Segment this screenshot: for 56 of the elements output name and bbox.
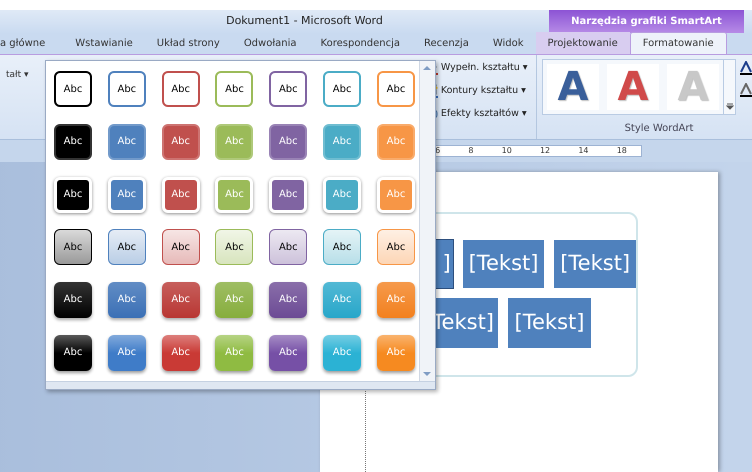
ribbon-label: tałt ▾ (6, 70, 29, 80)
dropdown-scrollbar[interactable] (419, 61, 435, 381)
window-title: Dokument1 - Microsoft Word (226, 13, 383, 30)
wordart-style[interactable]: A (607, 64, 659, 110)
shape-style-tile[interactable]: Abc (108, 229, 146, 266)
smartart-shape[interactable]: [Tekst] (554, 240, 636, 288)
text-outline-icon (740, 83, 752, 97)
shape-style-tile[interactable]: Abc (323, 71, 362, 108)
ruler-number: 18 (616, 145, 627, 157)
shape-style-tile[interactable]: Abc (54, 334, 92, 371)
shape-style-tile[interactable]: Abc (162, 334, 200, 371)
gallery-scrollbar[interactable] (723, 60, 735, 114)
shape-style-tile[interactable]: Abc (323, 229, 362, 266)
shape-style-tile[interactable]: Abc (269, 229, 308, 266)
shape-style-tile[interactable]: Abc (269, 124, 308, 160)
ruler-number: 10 (502, 145, 512, 157)
smartart-shape[interactable]: [Tekst] (508, 298, 591, 348)
text-fill-icon (740, 61, 752, 75)
ribbon-tab[interactable]: Recenzja (412, 32, 481, 54)
ruler-number: 6 (435, 145, 440, 157)
shape-style-tile[interactable]: Abc (269, 334, 308, 371)
ribbon-tab[interactable]: Projektowanie (536, 32, 630, 54)
shape-style-tile[interactable]: Abc (162, 229, 200, 266)
ribbon-tab[interactable]: Korespondencja (308, 32, 412, 54)
shape-style-tile[interactable]: Abc (162, 71, 200, 108)
shape-style-tile[interactable]: Abc (162, 282, 200, 318)
ribbon-tab[interactable]: Wstawianie (63, 32, 145, 54)
shape-style-tile[interactable]: Abc (54, 71, 92, 108)
shape-style-tile[interactable]: Abc (162, 124, 200, 160)
ruler-number: 8 (468, 145, 474, 157)
ribbon-tab[interactable]: a główne (0, 32, 64, 54)
ribbon-tab[interactable]: Formatowanie (630, 32, 727, 54)
shape-style-tile[interactable]: Abc (269, 71, 308, 108)
shape-style-tile[interactable]: Abc (376, 229, 415, 266)
resize-grip[interactable] (46, 381, 435, 389)
shape-style-tile[interactable]: Abc (54, 124, 92, 160)
shape-style-tile[interactable]: Abc (215, 229, 254, 266)
contextual-title: Narzędzia grafiki SmartArt (571, 15, 722, 29)
ruler-number: 12 (540, 145, 550, 157)
shape-style-tile[interactable]: Abc (108, 282, 146, 318)
shape-style-tile[interactable]: Abc (215, 71, 254, 108)
ribbon-tab[interactable]: Odwołania (232, 32, 309, 54)
shape-style-tile[interactable]: Abc (269, 282, 308, 318)
shape-style-tile[interactable]: Abc (108, 71, 146, 108)
ruler-number: 14 (578, 145, 589, 157)
shape-style-tile[interactable]: Abc (54, 282, 92, 318)
ribbon-tab[interactable]: Widok (480, 32, 536, 54)
shape-style-tile[interactable]: Abc (108, 124, 146, 160)
smartart-shape[interactable]: [Tekst] (462, 240, 544, 288)
group-label: Style WordArt (624, 122, 694, 136)
shape-style-tile[interactable]: Abc (54, 229, 92, 266)
shape-style-tile[interactable]: Abc (108, 334, 146, 371)
wordart-style[interactable]: A (547, 64, 599, 110)
ribbon-tab[interactable]: Układ strony (144, 32, 232, 54)
shape-style-tile[interactable]: Abc (376, 71, 415, 108)
more-icon[interactable] (726, 102, 734, 110)
